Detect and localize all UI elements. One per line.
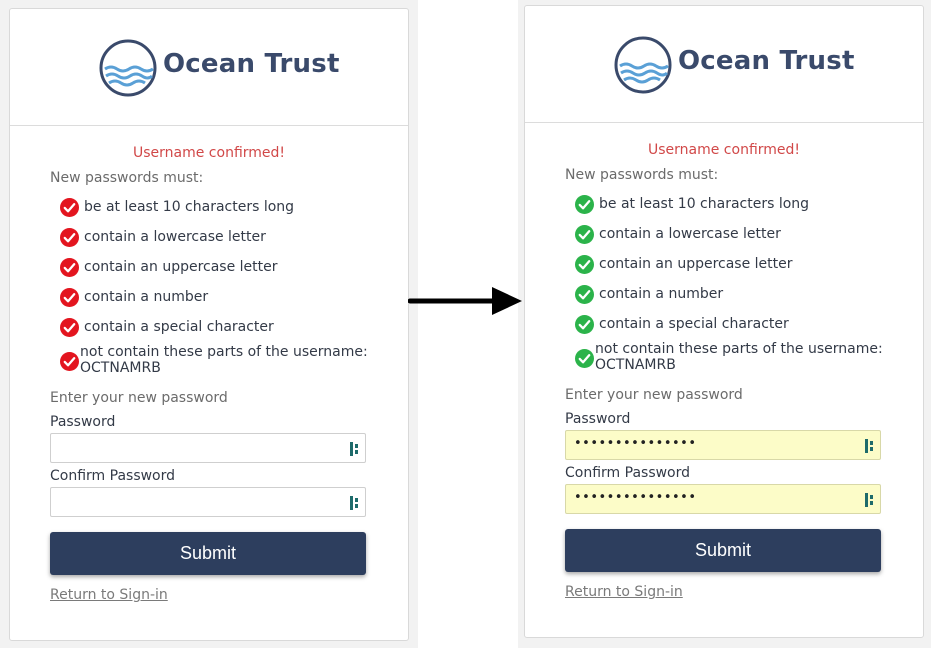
password-input[interactable] <box>50 433 366 463</box>
rule-text: be at least 10 characters long <box>599 196 810 212</box>
username-confirmed-message: Username confirmed! <box>132 145 286 161</box>
password-rules-list: be at least 10 characters long contain a… <box>60 196 370 376</box>
confirm-password-label: Confirm Password <box>50 468 176 484</box>
password-label: Password <box>565 411 631 427</box>
card-header: Ocean Trust <box>525 6 923 123</box>
return-to-sign-in-link[interactable]: Return to Sign-in <box>50 587 168 603</box>
green-check-circle-icon <box>575 195 594 214</box>
rule-item: contain a special character <box>60 316 370 346</box>
rule-item: contain a number <box>60 286 370 316</box>
rule-item: contain a special character <box>575 313 885 343</box>
brand-name: Ocean Trust <box>678 46 855 76</box>
red-check-circle-icon <box>60 228 79 247</box>
rule-item: not contain these parts of the username:… <box>575 341 885 373</box>
confirm-password-value: ••••••••••••••• <box>574 490 697 505</box>
rules-title: New passwords must: <box>565 167 719 183</box>
rule-text: not contain these parts of the username:… <box>80 344 368 376</box>
red-check-circle-icon <box>60 318 79 337</box>
before-card: Ocean Trust Username confirmed! New pass… <box>9 8 409 641</box>
rule-text: contain an uppercase letter <box>84 259 278 275</box>
enter-password-heading: Enter your new password <box>565 387 743 403</box>
rule-item: be at least 10 characters long <box>575 193 885 223</box>
submit-button[interactable]: Submit <box>565 529 881 572</box>
rule-item: be at least 10 characters long <box>60 196 370 226</box>
password-rules-list: be at least 10 characters long contain a… <box>575 193 885 373</box>
green-check-circle-icon <box>575 285 594 304</box>
password-manager-key-icon[interactable] <box>349 441 361 457</box>
password-manager-key-icon[interactable] <box>864 492 876 508</box>
red-check-circle-icon <box>60 352 79 371</box>
rule-item: not contain these parts of the username:… <box>60 344 370 376</box>
rule-item: contain a lowercase letter <box>60 226 370 256</box>
rule-item: contain a lowercase letter <box>575 223 885 253</box>
password-label: Password <box>50 414 116 430</box>
rule-text: contain a lowercase letter <box>84 229 266 245</box>
rule-text: contain a special character <box>599 316 789 332</box>
rule-item: contain a number <box>575 283 885 313</box>
red-check-circle-icon <box>60 258 79 277</box>
brand-name: Ocean Trust <box>163 49 340 79</box>
rule-item: contain an uppercase letter <box>575 253 885 283</box>
confirm-password-label: Confirm Password <box>565 465 691 481</box>
rule-text: contain a special character <box>84 319 274 335</box>
green-check-circle-icon <box>575 225 594 244</box>
rule-text: contain a number <box>84 289 209 305</box>
rule-text: contain a number <box>599 286 724 302</box>
rule-text: not contain these parts of the username:… <box>595 341 883 373</box>
ocean-waves-logo <box>614 36 672 94</box>
return-to-sign-in-link[interactable]: Return to Sign-in <box>565 584 683 600</box>
card-header: Ocean Trust <box>10 9 408 126</box>
submit-button[interactable]: Submit <box>50 532 366 575</box>
green-check-circle-icon <box>575 349 594 368</box>
green-check-circle-icon <box>575 255 594 274</box>
red-check-circle-icon <box>60 198 79 217</box>
enter-password-heading: Enter your new password <box>50 390 228 406</box>
password-manager-key-icon[interactable] <box>349 495 361 511</box>
username-confirmed-message: Username confirmed! <box>647 142 801 158</box>
password-input[interactable]: ••••••••••••••• <box>565 430 881 460</box>
red-check-circle-icon <box>60 288 79 307</box>
rule-text: contain a lowercase letter <box>599 226 781 242</box>
green-check-circle-icon <box>575 315 594 334</box>
right-arrow-icon <box>408 287 522 315</box>
after-card: Ocean Trust Username confirmed! New pass… <box>524 5 924 638</box>
ocean-waves-logo <box>99 39 157 97</box>
confirm-password-input[interactable]: ••••••••••••••• <box>565 484 881 514</box>
confirm-password-input[interactable] <box>50 487 366 517</box>
rule-text: be at least 10 characters long <box>84 199 295 215</box>
password-manager-key-icon[interactable] <box>864 438 876 454</box>
rules-title: New passwords must: <box>50 170 204 186</box>
password-value: ••••••••••••••• <box>574 436 697 451</box>
rule-item: contain an uppercase letter <box>60 256 370 286</box>
rule-text: contain an uppercase letter <box>599 256 793 272</box>
